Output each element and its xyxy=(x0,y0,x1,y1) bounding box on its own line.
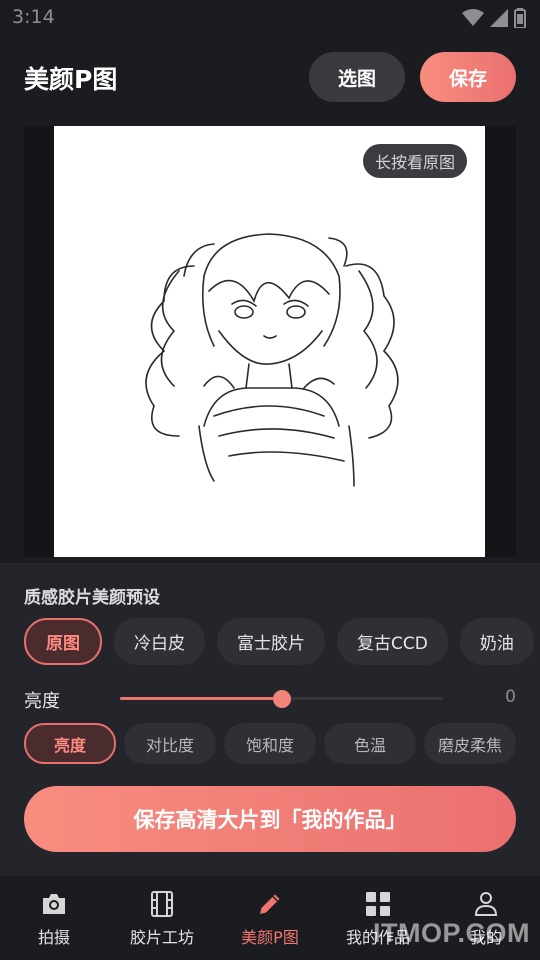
film-icon xyxy=(148,890,176,918)
image-preview[interactable]: 长按看原图 xyxy=(24,126,516,557)
tool-chip[interactable]: 饱和度 xyxy=(224,723,316,764)
wifi-icon xyxy=(462,9,484,26)
preset-list: 原图 冷白皮 富士胶片 复古CCD 奶油 xyxy=(24,618,540,665)
status-bar: 3:14 xyxy=(0,0,540,36)
watermark: ITMOP.COM xyxy=(372,918,530,948)
tool-chip[interactable]: 磨皮柔焦 xyxy=(424,723,516,764)
camera-icon xyxy=(40,890,68,918)
status-time: 3:14 xyxy=(12,6,55,28)
adjust-row: 亮度 0 xyxy=(24,685,516,713)
nav-item-shoot[interactable]: 拍摄 xyxy=(0,876,108,960)
edit-panel: 质感胶片美颜预设 原图 冷白皮 富士胶片 复古CCD 奶油 亮度 0 亮度 对比… xyxy=(0,563,540,876)
tool-chip[interactable]: 亮度 xyxy=(24,723,116,764)
pencil-icon xyxy=(256,890,284,918)
save-hd-button[interactable]: 保存高清大片到「我的作品」 xyxy=(24,786,516,852)
status-icons xyxy=(462,8,526,28)
nav-label: 拍摄 xyxy=(37,928,70,947)
sketch-illustration xyxy=(145,233,399,487)
adjust-label: 亮度 xyxy=(24,691,60,712)
adjust-value: 0 xyxy=(505,687,516,707)
tool-list: 亮度 对比度 饱和度 色温 磨皮柔焦 xyxy=(24,723,540,764)
preset-chip[interactable]: 冷白皮 xyxy=(114,618,205,665)
nav-item-beauty[interactable]: 美颜P图 xyxy=(216,876,324,960)
long-press-hint: 长按看原图 xyxy=(362,144,467,178)
nav-label: 胶片工坊 xyxy=(129,928,194,947)
tool-chip[interactable]: 对比度 xyxy=(124,723,216,764)
preset-chip[interactable]: 奶油 xyxy=(459,618,534,665)
save-button[interactable]: 保存 xyxy=(420,52,516,102)
preset-chip[interactable]: 原图 xyxy=(24,618,102,665)
slider-knob[interactable] xyxy=(272,690,291,708)
app-header: 美颜P图 选图 保存 xyxy=(0,40,540,116)
slider-fill xyxy=(120,697,282,700)
person-icon xyxy=(472,890,500,918)
signal-icon xyxy=(490,9,508,27)
pick-image-button[interactable]: 选图 xyxy=(309,52,405,102)
presets-title: 质感胶片美颜预设 xyxy=(24,588,160,608)
nav-item-film[interactable]: 胶片工坊 xyxy=(108,876,216,960)
preset-chip[interactable]: 复古CCD xyxy=(337,618,448,665)
tool-chip[interactable]: 色温 xyxy=(324,723,416,764)
preset-chip[interactable]: 富士胶片 xyxy=(217,618,325,665)
nav-label: 美颜P图 xyxy=(241,928,299,947)
page-title: 美颜P图 xyxy=(24,65,118,94)
brightness-slider[interactable] xyxy=(120,690,443,708)
grid-icon xyxy=(364,890,392,918)
photo-canvas[interactable]: 长按看原图 xyxy=(54,126,485,557)
battery-icon xyxy=(514,8,526,28)
